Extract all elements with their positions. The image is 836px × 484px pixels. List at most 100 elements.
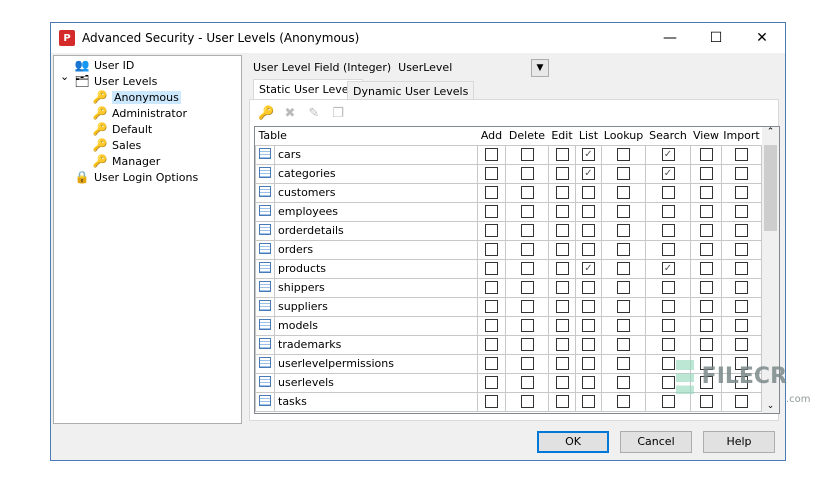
permission-checkbox[interactable] bbox=[520, 300, 534, 314]
chevron-down-icon[interactable]: ⌄ bbox=[60, 70, 69, 83]
permission-checkbox[interactable] bbox=[617, 281, 630, 295]
permission-checkbox[interactable] bbox=[661, 300, 675, 314]
permission-checkbox[interactable] bbox=[699, 300, 713, 314]
ok-button[interactable]: OK bbox=[537, 431, 609, 453]
permission-checkbox[interactable] bbox=[735, 338, 748, 352]
permission-checkbox[interactable] bbox=[617, 243, 630, 257]
tree-item[interactable]: 🔑 Anonymous bbox=[92, 89, 181, 105]
tab-dynamic-user-levels[interactable]: Dynamic User Levels bbox=[347, 81, 475, 101]
permission-checkbox[interactable]: ✓ bbox=[582, 262, 595, 276]
scroll-thumb[interactable] bbox=[764, 145, 777, 231]
permission-checkbox[interactable] bbox=[661, 319, 675, 333]
scroll-down-icon[interactable]: ⌄ bbox=[762, 401, 779, 411]
permission-checkbox[interactable] bbox=[582, 338, 595, 352]
permission-checkbox[interactable] bbox=[617, 357, 630, 371]
permission-checkbox[interactable] bbox=[555, 148, 569, 162]
permission-checkbox[interactable] bbox=[617, 148, 630, 162]
permission-checkbox[interactable] bbox=[582, 300, 595, 314]
permission-checkbox[interactable] bbox=[617, 205, 630, 219]
permission-checkbox[interactable] bbox=[520, 262, 534, 276]
permission-checkbox[interactable] bbox=[582, 319, 595, 333]
permission-checkbox[interactable] bbox=[485, 224, 498, 238]
permission-checkbox[interactable] bbox=[555, 395, 569, 409]
column-header[interactable]: View bbox=[690, 127, 722, 146]
permission-checkbox[interactable] bbox=[699, 319, 713, 333]
tree-item[interactable]: 👥 User ID bbox=[74, 57, 135, 73]
permission-checkbox[interactable] bbox=[617, 395, 630, 409]
permission-checkbox[interactable] bbox=[735, 167, 748, 181]
permission-checkbox[interactable] bbox=[617, 224, 630, 238]
tree-item[interactable]: 🔑 Manager bbox=[92, 153, 161, 169]
permission-checkbox[interactable] bbox=[699, 167, 713, 181]
permission-checkbox[interactable] bbox=[735, 186, 748, 200]
permission-checkbox[interactable] bbox=[661, 376, 675, 390]
permission-checkbox[interactable] bbox=[555, 376, 569, 390]
scroll-up-icon[interactable]: ⌃ bbox=[762, 127, 779, 137]
tree-item[interactable]: 🔑 Sales bbox=[92, 137, 142, 153]
permission-checkbox[interactable] bbox=[582, 357, 595, 371]
column-header[interactable]: Lookup bbox=[601, 127, 646, 146]
field-dropdown-chevron-icon[interactable]: ▼ bbox=[531, 59, 549, 77]
permission-checkbox[interactable] bbox=[582, 376, 595, 390]
permission-checkbox[interactable] bbox=[582, 243, 595, 257]
permission-checkbox[interactable] bbox=[699, 186, 713, 200]
permission-checkbox[interactable]: ✓ bbox=[582, 148, 595, 162]
permission-checkbox[interactable] bbox=[555, 357, 569, 371]
permission-checkbox[interactable] bbox=[520, 186, 534, 200]
column-header[interactable]: List bbox=[575, 127, 602, 146]
permission-checkbox[interactable] bbox=[520, 357, 534, 371]
permission-checkbox[interactable] bbox=[485, 376, 498, 390]
permission-checkbox[interactable] bbox=[661, 205, 675, 219]
permission-checkbox[interactable] bbox=[582, 224, 595, 238]
permission-checkbox[interactable] bbox=[485, 148, 498, 162]
permission-checkbox[interactable] bbox=[617, 167, 630, 181]
permission-checkbox[interactable] bbox=[699, 338, 713, 352]
permission-checkbox[interactable] bbox=[617, 186, 630, 200]
permission-checkbox[interactable] bbox=[555, 319, 569, 333]
permission-checkbox[interactable] bbox=[735, 243, 748, 257]
permission-checkbox[interactable] bbox=[735, 224, 748, 238]
permission-checkbox[interactable] bbox=[699, 262, 713, 276]
column-header[interactable]: Import bbox=[721, 127, 762, 146]
permission-checkbox[interactable] bbox=[661, 338, 675, 352]
column-header[interactable]: Edit bbox=[548, 127, 576, 146]
maximize-button[interactable]: ☐ bbox=[693, 23, 739, 53]
permission-checkbox[interactable] bbox=[582, 395, 595, 409]
permission-checkbox[interactable] bbox=[617, 338, 630, 352]
permission-checkbox[interactable] bbox=[555, 281, 569, 295]
add-key-icon[interactable]: 🔑 bbox=[258, 106, 274, 122]
permission-checkbox[interactable]: ✓ bbox=[661, 167, 675, 181]
permission-checkbox[interactable]: ✓ bbox=[661, 148, 675, 162]
permission-checkbox[interactable] bbox=[555, 224, 569, 238]
permission-checkbox[interactable] bbox=[520, 167, 534, 181]
permission-checkbox[interactable] bbox=[485, 167, 498, 181]
column-header[interactable]: Search bbox=[645, 127, 691, 146]
permission-checkbox[interactable] bbox=[699, 395, 713, 409]
permission-checkbox[interactable] bbox=[520, 243, 534, 257]
permission-checkbox[interactable] bbox=[699, 281, 713, 295]
permission-checkbox[interactable] bbox=[555, 243, 569, 257]
permission-checkbox[interactable] bbox=[735, 319, 748, 333]
column-header-table[interactable]: Table bbox=[255, 127, 478, 146]
permission-checkbox[interactable]: ✓ bbox=[661, 262, 675, 276]
permission-checkbox[interactable] bbox=[582, 205, 595, 219]
permission-checkbox[interactable] bbox=[735, 262, 748, 276]
permission-checkbox[interactable] bbox=[699, 224, 713, 238]
permission-checkbox[interactable] bbox=[485, 338, 498, 352]
permission-checkbox[interactable] bbox=[555, 300, 569, 314]
permission-checkbox[interactable] bbox=[520, 338, 534, 352]
permission-checkbox[interactable] bbox=[661, 186, 675, 200]
permission-checkbox[interactable]: ✓ bbox=[582, 167, 595, 181]
permission-checkbox[interactable] bbox=[617, 376, 630, 390]
permission-checkbox[interactable] bbox=[485, 319, 498, 333]
permission-checkbox[interactable] bbox=[485, 186, 498, 200]
permission-checkbox[interactable] bbox=[520, 319, 534, 333]
permission-checkbox[interactable] bbox=[555, 167, 569, 181]
help-button[interactable]: Help bbox=[703, 431, 775, 453]
permission-checkbox[interactable] bbox=[617, 262, 630, 276]
permission-checkbox[interactable] bbox=[661, 395, 675, 409]
permission-checkbox[interactable] bbox=[735, 281, 748, 295]
permission-checkbox[interactable] bbox=[582, 186, 595, 200]
permission-checkbox[interactable] bbox=[555, 186, 569, 200]
permission-checkbox[interactable] bbox=[485, 357, 498, 371]
